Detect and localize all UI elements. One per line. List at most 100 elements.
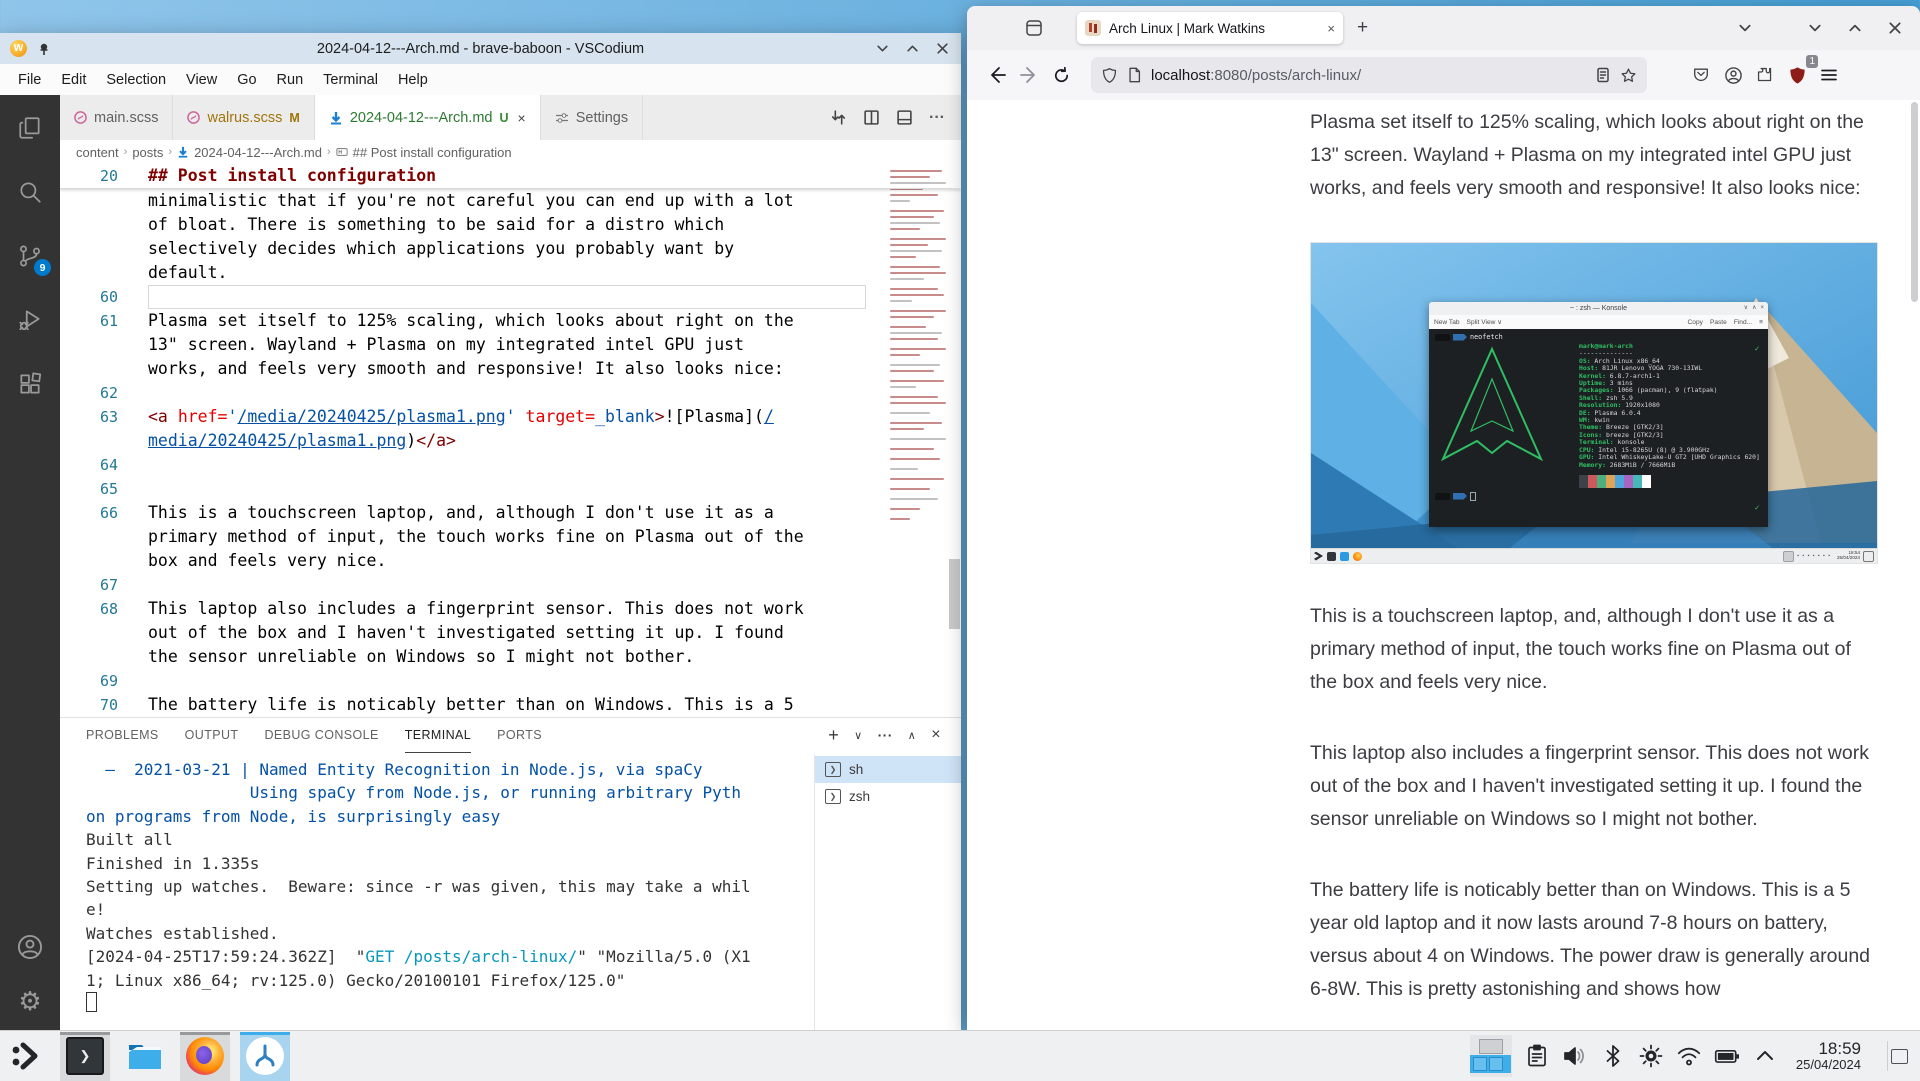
shield-icon[interactable] (1101, 67, 1118, 84)
virtual-desktop-pager[interactable] (1470, 1035, 1512, 1077)
menu-selection[interactable]: Selection (96, 69, 176, 91)
tray-expand-icon[interactable] (1752, 1043, 1778, 1069)
breadcrumb[interactable]: content› posts› 2024-04-12---Arch.md› ##… (60, 140, 961, 164)
dolphin-task-button[interactable] (120, 1032, 170, 1081)
panel-close-icon[interactable]: × (931, 726, 941, 744)
editor[interactable]: 20## Post install configurationminimalis… (60, 164, 961, 717)
minimap-mark (890, 448, 934, 450)
url-bar[interactable]: localhost:8080/posts/arch-linux/ (1091, 57, 1647, 93)
menu-file[interactable]: File (8, 69, 51, 91)
scrollbar-thumb[interactable] (949, 559, 960, 629)
panel-more-icon[interactable]: ··· (878, 727, 893, 743)
close-icon[interactable] (1888, 21, 1902, 35)
account-icon[interactable] (13, 930, 47, 964)
show-desktop-button[interactable] (1887, 1041, 1910, 1071)
new-terminal-icon[interactable]: + (828, 725, 839, 746)
terminal-line: Finished in 1.335s (86, 852, 815, 875)
terminal-item-sh[interactable]: ❯ sh (815, 756, 961, 783)
minimap-mark (890, 300, 912, 302)
page-scrollbar[interactable] (1911, 102, 1918, 302)
volume-icon[interactable] (1562, 1043, 1588, 1069)
editor-line: 67 (60, 573, 961, 597)
tab-settings[interactable]: Settings (541, 95, 643, 140)
reload-icon[interactable] (1045, 59, 1077, 91)
konsole-task-button[interactable]: ❯ (60, 1032, 110, 1081)
close-icon[interactable] (933, 40, 951, 58)
terminal-dropdown-icon[interactable]: ∨ (854, 729, 862, 742)
clock[interactable]: 18:59 25/04/2024 (1796, 1040, 1861, 1072)
tab-walrus-scss[interactable]: walrus.scss M (173, 95, 314, 140)
forward-icon[interactable] (1013, 59, 1045, 91)
editor-lines: 20## Post install configurationminimalis… (60, 164, 961, 717)
maximize-icon[interactable] (1848, 21, 1862, 35)
new-tab-button[interactable]: + (1357, 17, 1368, 39)
firefox-task-button[interactable] (180, 1032, 230, 1081)
split-editor-icon[interactable] (863, 109, 880, 126)
minimap[interactable] (886, 164, 948, 717)
more-actions-icon[interactable]: ··· (929, 109, 945, 127)
browser-tab[interactable]: Arch Linux | Mark Watkins × (1077, 12, 1343, 44)
firefox-view-icon[interactable] (1019, 14, 1049, 42)
page-info-icon[interactable] (1127, 67, 1142, 83)
source-control-icon[interactable]: 9 (13, 239, 47, 273)
tab-close-icon[interactable]: × (1327, 21, 1335, 36)
editor-line: 62 (60, 381, 961, 405)
minimap-mark (890, 194, 938, 196)
menu-terminal[interactable]: Terminal (313, 69, 388, 91)
plasma-screenshot-link[interactable]: ~ : zsh — Konsole ∨∧× New Tab Split View… (1310, 242, 1878, 564)
terminal-line: Watches established. (86, 922, 815, 945)
url-text[interactable]: localhost:8080/posts/arch-linux/ (1151, 67, 1586, 84)
open-changes-icon[interactable] (830, 109, 847, 126)
menu-run[interactable]: Run (267, 69, 314, 91)
tab-output[interactable]: OUTPUT (185, 718, 239, 753)
settings-gear-icon[interactable]: ⚙ (13, 984, 47, 1018)
menu-go[interactable]: Go (227, 69, 266, 91)
tab-terminal[interactable]: TERMINAL (405, 718, 471, 753)
reader-view-icon[interactable] (1595, 67, 1611, 83)
back-icon[interactable] (981, 59, 1013, 91)
bluetooth-icon[interactable] (1600, 1043, 1626, 1069)
tab-arch-md[interactable]: 2024-04-12---Arch.md U × (315, 95, 541, 140)
account-icon[interactable] (1717, 59, 1749, 91)
tab-main-scss[interactable]: main.scss (60, 95, 173, 140)
minimize-icon[interactable] (1808, 21, 1822, 35)
battery-icon[interactable] (1714, 1043, 1740, 1069)
terminal-output[interactable]: – 2021-03-21 | Named Entity Recognition … (60, 758, 815, 1030)
extensions-puzzle-icon[interactable] (1749, 59, 1781, 91)
menu-help[interactable]: Help (388, 69, 438, 91)
wifi-icon[interactable] (1676, 1043, 1702, 1069)
vscodium-titlebar[interactable]: W 2024-04-12---Arch.md - brave-baboon - … (0, 33, 961, 64)
panel-maximize-icon[interactable]: ∧ (908, 729, 916, 742)
app-launcher-button[interactable] (0, 1032, 50, 1081)
maximize-icon[interactable] (903, 40, 921, 58)
menu-edit[interactable]: Edit (51, 69, 96, 91)
tab-ports[interactable]: PORTS (497, 718, 542, 753)
site-favicon (1085, 20, 1101, 36)
explorer-icon[interactable] (13, 111, 47, 145)
search-icon[interactable] (13, 175, 47, 209)
tab-problems[interactable]: PROBLEMS (86, 718, 159, 753)
page-content: Plasma set itself to 125% scaling, which… (967, 100, 1920, 1030)
brightness-icon[interactable] (1638, 1043, 1664, 1069)
minimap-mark (890, 402, 946, 404)
pocket-icon[interactable] (1685, 59, 1717, 91)
tab-debug-console[interactable]: DEBUG CONSOLE (264, 718, 378, 753)
menu-view[interactable]: View (176, 69, 227, 91)
editor-scrollbar[interactable] (948, 164, 961, 717)
vscodium-task-button[interactable] (240, 1032, 290, 1081)
minimize-icon[interactable] (873, 40, 891, 58)
panel-tabs: PROBLEMS OUTPUT DEBUG CONSOLE TERMINAL P… (60, 718, 961, 752)
minimap-mark (890, 380, 944, 382)
extensions-icon[interactable] (13, 367, 47, 401)
ublock-icon[interactable]: 1 (1781, 59, 1813, 91)
list-tabs-icon[interactable] (1738, 21, 1752, 35)
arch-linux-ascii-logo (1437, 345, 1547, 465)
tab-close-icon[interactable]: × (518, 110, 526, 126)
layout-icon[interactable] (896, 109, 913, 126)
minimap-mark (890, 310, 946, 312)
konsole-icon: ❯ (66, 1037, 104, 1075)
clipboard-icon[interactable] (1524, 1043, 1550, 1069)
bookmark-star-icon[interactable] (1620, 67, 1637, 84)
terminal-item-zsh[interactable]: ❯ zsh (815, 783, 961, 810)
run-debug-icon[interactable] (13, 303, 47, 337)
